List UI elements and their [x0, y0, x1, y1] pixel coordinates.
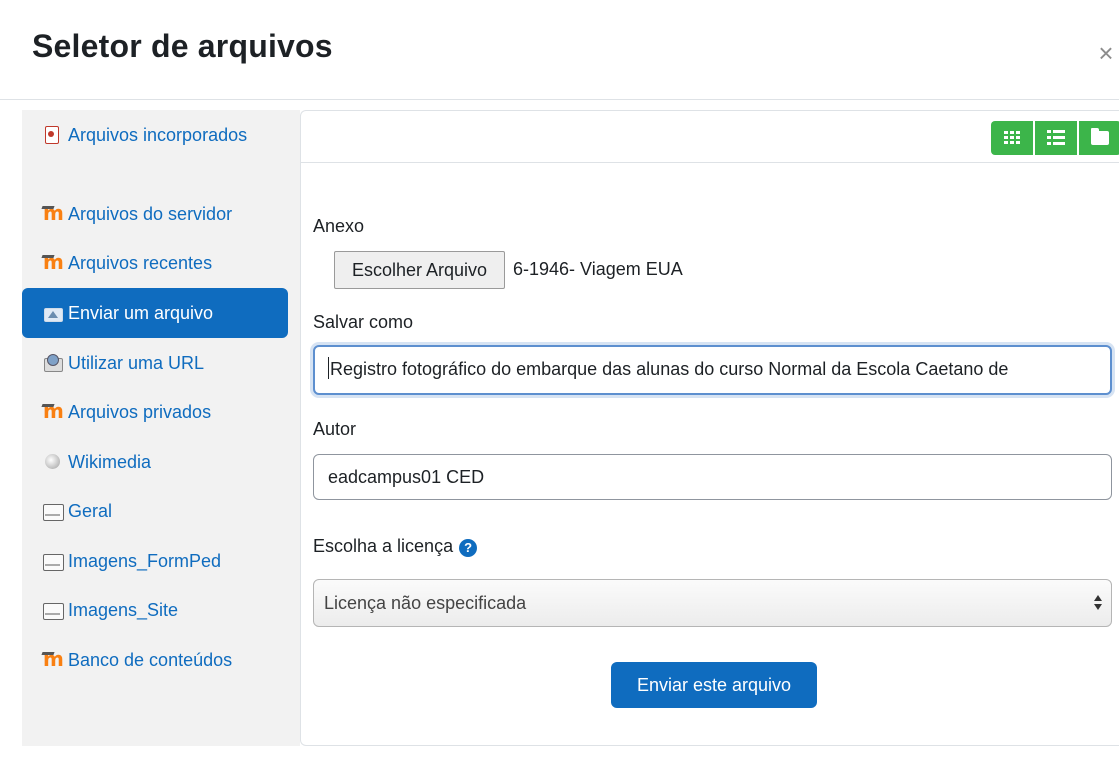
choose-file-button[interactable]: Escolher Arquivo	[334, 251, 505, 289]
grid-view-icon	[1004, 131, 1020, 144]
repository-sidebar: Arquivos incorporados Arquivos do servid…	[22, 110, 300, 746]
moodle-icon	[42, 248, 64, 277]
sidebar-item-server-files[interactable]: Arquivos do servidor	[22, 199, 288, 229]
license-select[interactable]: Licença não especificada	[313, 579, 1112, 627]
license-selected-value: Licença não especificada	[324, 593, 527, 613]
sidebar-item-recent-files[interactable]: Arquivos recentes	[22, 248, 288, 278]
upload-icon	[42, 304, 64, 322]
sidebar-item-label: Geral	[68, 501, 113, 521]
repository-box-icon	[42, 502, 64, 521]
chosen-file-name: 6-1946- Viagem EUA	[513, 259, 683, 279]
sidebar-item-content-bank[interactable]: Banco de conteúdos	[22, 645, 288, 675]
moodle-icon	[42, 645, 64, 674]
author-input[interactable]: eadcampus01 CED	[313, 454, 1112, 500]
save-as-value: Registro fotográfico do embarque das alu…	[330, 359, 1009, 379]
sidebar-item-label: Imagens_FormPed	[68, 551, 222, 571]
upload-panel: Anexo Escolher Arquivo 6-1946- Viagem EU…	[300, 110, 1119, 746]
attachment-label: Anexo	[313, 216, 365, 236]
url-icon	[42, 354, 64, 372]
sidebar-item-label: Arquivos privados	[68, 402, 212, 422]
close-button[interactable]: ×	[1093, 38, 1119, 68]
folder-view-button[interactable]	[1079, 121, 1119, 155]
sidebar-item-label: Enviar um arquivo	[68, 303, 214, 323]
list-view-button[interactable]	[1035, 121, 1077, 155]
moodle-icon	[42, 199, 64, 228]
sidebar-item-label: Arquivos incorporados	[68, 125, 248, 145]
dialog-title: Seletor de arquivos	[32, 28, 333, 64]
sidebar-item-upload-file[interactable]: Enviar um arquivo	[22, 288, 288, 338]
moodle-icon	[42, 397, 64, 426]
license-label-row: Escolha a licença?	[313, 536, 478, 557]
sidebar-item-label: Arquivos do servidor	[68, 204, 233, 224]
dialog-header: Seletor de arquivos ×	[0, 0, 1119, 100]
sidebar-item-embedded-files[interactable]: Arquivos incorporados	[22, 121, 288, 150]
save-as-input[interactable]: Registro fotográfico do embarque das alu…	[313, 345, 1112, 395]
pdf-file-icon	[42, 126, 64, 144]
sidebar-item-label: Utilizar uma URL	[68, 353, 205, 373]
sidebar-item-label: Banco de conteúdos	[68, 650, 233, 670]
select-arrows-icon	[1093, 593, 1103, 613]
view-toolbar	[301, 111, 1119, 163]
folder-view-icon	[1091, 128, 1109, 145]
sidebar-item-wikimedia[interactable]: Wikimedia	[22, 448, 288, 477]
text-caret	[328, 357, 329, 379]
save-as-label: Salvar como	[313, 312, 414, 332]
sidebar-item-label: Arquivos recentes	[68, 253, 213, 273]
sidebar-item-label: Wikimedia	[68, 452, 152, 472]
sidebar-item-imagens-site[interactable]: Imagens_Site	[22, 596, 288, 625]
sidebar-item-label: Imagens_Site	[68, 600, 179, 620]
author-value: eadcampus01 CED	[328, 467, 485, 487]
grid-view-button[interactable]	[991, 121, 1033, 155]
list-view-icon	[1047, 130, 1065, 145]
sidebar-item-url[interactable]: Utilizar uma URL	[22, 349, 288, 378]
wikimedia-icon	[42, 453, 64, 471]
help-icon[interactable]: ?	[459, 539, 478, 557]
repository-box-icon	[42, 601, 64, 620]
sidebar-item-geral[interactable]: Geral	[22, 497, 288, 526]
sidebar-item-imagens-formped[interactable]: Imagens_FormPed	[22, 547, 288, 576]
repository-box-icon	[42, 552, 64, 571]
upload-submit-button[interactable]: Enviar este arquivo	[611, 662, 817, 708]
author-label: Autor	[313, 419, 357, 439]
license-label: Escolha a licença	[313, 536, 454, 556]
sidebar-item-private-files[interactable]: Arquivos privados	[22, 397, 288, 427]
